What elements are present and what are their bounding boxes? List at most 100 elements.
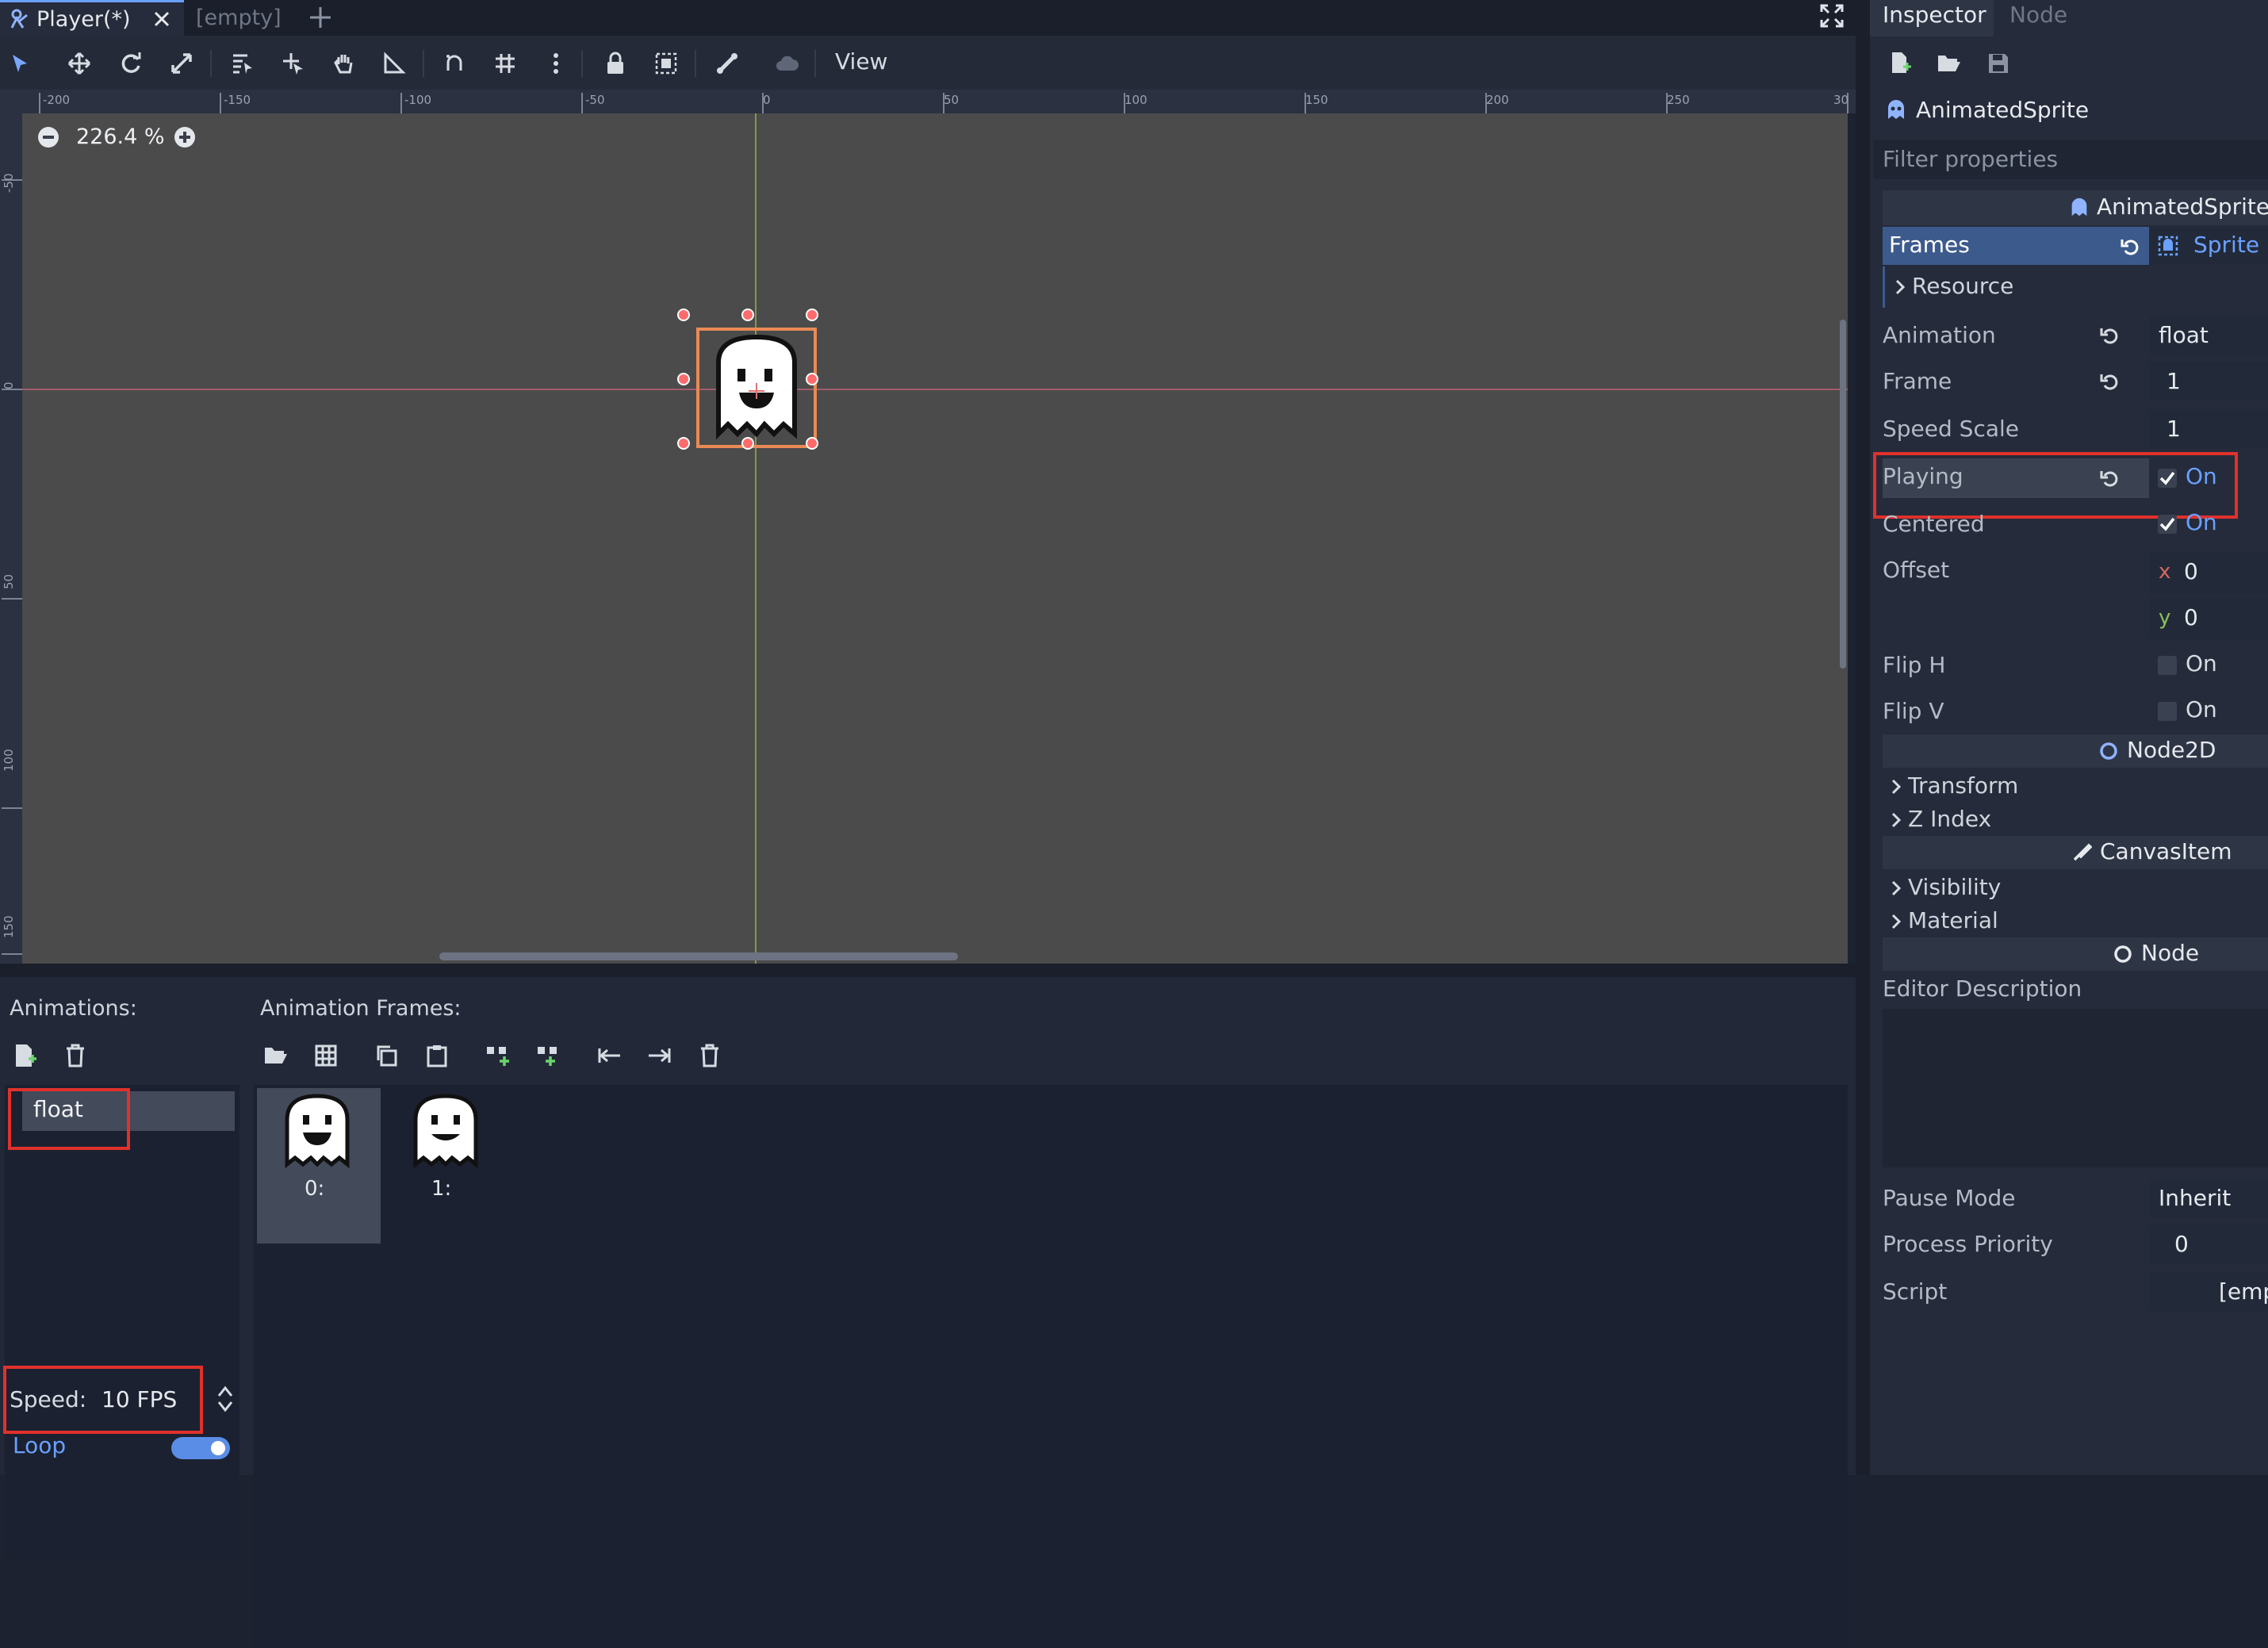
zoom-in-icon[interactable]: [173, 125, 197, 149]
frame-tile[interactable]: 1:: [385, 1088, 509, 1244]
class-header-node: Node: [1883, 937, 2268, 971]
frames-resource-value[interactable]: Sprite: [2149, 227, 2268, 265]
add-tab-icon[interactable]: [308, 5, 333, 30]
checkbox-label: On: [2186, 509, 2217, 535]
revert-icon[interactable]: [2121, 236, 2141, 257]
animated-sprite-icon: [1884, 98, 1908, 122]
zindex-subsection[interactable]: Z Index: [1883, 803, 2268, 836]
speed-highlight-box: [3, 1366, 203, 1434]
filter-properties-input[interactable]: Filter properties: [1873, 140, 2268, 179]
bone-icon[interactable]: [713, 49, 741, 78]
open-folder-icon[interactable]: [1937, 52, 1960, 75]
loop-toggle[interactable]: [171, 1437, 230, 1459]
process-priority-field[interactable]: 0: [2149, 1225, 2268, 1264]
canvas-viewport[interactable]: 226.4 %: [22, 113, 1848, 964]
frame-tile[interactable]: 0:: [257, 1088, 381, 1244]
property-value: float: [2159, 322, 2209, 348]
tab-empty-scene[interactable]: [empty]: [196, 0, 282, 36]
offset-label: Offset: [1883, 557, 1950, 583]
tab-player-scene[interactable]: Player(*): [0, 0, 184, 36]
animation-value-field[interactable]: float: [2149, 316, 2268, 355]
zoom-level[interactable]: 226.4 %: [76, 125, 165, 149]
delete-animation-icon[interactable]: [60, 1041, 90, 1071]
tab-inspector[interactable]: Inspector: [1870, 0, 1994, 36]
paste-frame-icon[interactable]: [422, 1041, 452, 1071]
list-select-icon[interactable]: [228, 49, 256, 78]
script-resource-field[interactable]: [emp: [2149, 1272, 2268, 1312]
frames-grid[interactable]: 0: 1:: [254, 1085, 1848, 1648]
visibility-subsection[interactable]: Visibility: [1883, 871, 2268, 904]
dock-splitter[interactable]: [1856, 0, 1870, 1475]
section-title: Node: [2141, 940, 2200, 966]
new-resource-icon[interactable]: [1889, 51, 1911, 75]
ruler-label: 0: [763, 93, 771, 107]
subsection-label: Material: [1908, 907, 1998, 933]
pause-mode-select[interactable]: Inherit: [2149, 1179, 2268, 1218]
move-left-icon[interactable]: [595, 1041, 625, 1071]
flip-h-checkbox[interactable]: On: [2149, 647, 2268, 684]
copy-frame-icon[interactable]: [371, 1041, 401, 1071]
save-icon[interactable]: [1987, 52, 2009, 75]
horizontal-scrollbar[interactable]: [439, 952, 958, 960]
frame-value-field[interactable]: 1: [2149, 362, 2268, 401]
offset-y-field[interactable]: y 0: [2149, 598, 2268, 639]
lock-icon[interactable]: [601, 49, 630, 78]
move-tool-icon[interactable]: [65, 49, 94, 78]
resource-subsection[interactable]: Resource: [1883, 266, 2268, 308]
frames-property-row[interactable]: Frames: [1883, 227, 2149, 265]
section-title: Node2D: [2127, 737, 2216, 763]
group-icon[interactable]: [652, 49, 680, 78]
property-value: 1: [2166, 368, 2181, 394]
cloud-icon[interactable]: [772, 49, 801, 78]
move-right-icon[interactable]: [644, 1041, 674, 1071]
load-frame-icon[interactable]: [260, 1041, 290, 1071]
animations-list[interactable]: float: [5, 1085, 239, 1558]
editor-description-textarea[interactable]: [1883, 1009, 2268, 1167]
tab-label: Inspector: [1883, 2, 1986, 28]
delete-frame-icon[interactable]: [695, 1041, 725, 1071]
select-tool-icon[interactable]: [6, 49, 35, 78]
frame-label: 0:: [305, 1177, 325, 1201]
spriteframes-icon: [2158, 236, 2178, 256]
close-tab-icon[interactable]: [151, 9, 172, 29]
selected-node-name: AnimatedSprite: [1916, 97, 2090, 123]
pan-tool-icon[interactable]: [330, 49, 358, 78]
ruler-label: -50: [585, 93, 605, 107]
offset-x-field[interactable]: x 0: [2149, 552, 2268, 593]
insert-before-icon[interactable]: [482, 1041, 512, 1071]
checkbox-unchecked-icon: [2158, 656, 2177, 675]
scale-tool-icon[interactable]: [167, 49, 196, 78]
axis-label: y: [2159, 606, 2171, 630]
axis-label: x: [2159, 560, 2171, 584]
ghost-frame-icon: [413, 1094, 478, 1169]
vertical-scrollbar[interactable]: [1840, 320, 1846, 669]
view-menu[interactable]: View: [835, 48, 887, 75]
new-animation-icon[interactable]: [10, 1041, 40, 1071]
property-value: 0: [2184, 604, 2198, 630]
chevron-right-icon: [1891, 880, 1902, 896]
animation-label: Animation: [1883, 322, 1996, 348]
zoom-out-icon[interactable]: [36, 125, 60, 149]
fullscreen-icon[interactable]: [1819, 3, 1845, 29]
speed-scale-field[interactable]: 1: [2149, 409, 2268, 449]
insert-after-icon[interactable]: [533, 1041, 563, 1071]
sprite-frames-panel: Animations: float Speed: 10 FPS Loop Ani…: [0, 977, 1856, 1648]
ruler-tool-icon[interactable]: [380, 49, 408, 78]
tab-node[interactable]: Node: [1997, 0, 2084, 36]
bottom-panel-splitter[interactable]: [0, 964, 1856, 977]
grid-snap-icon[interactable]: [491, 49, 519, 78]
more-options-icon[interactable]: [542, 49, 570, 78]
property-value: [emp: [2219, 1278, 2268, 1305]
flip-v-checkbox[interactable]: On: [2149, 693, 2268, 730]
smart-snap-icon[interactable]: [441, 49, 469, 78]
spinner-arrows-icon[interactable]: [216, 1385, 235, 1413]
pivot-tool-icon[interactable]: [279, 49, 308, 78]
rotate-tool-icon[interactable]: [117, 49, 145, 78]
spritesheet-icon[interactable]: [311, 1041, 341, 1071]
material-subsection[interactable]: Material: [1883, 904, 2268, 937]
revert-icon[interactable]: [2100, 371, 2121, 392]
revert-icon[interactable]: [2100, 325, 2121, 346]
transform-subsection[interactable]: Transform: [1883, 769, 2268, 803]
selection-handles[interactable]: [668, 299, 850, 481]
centered-checkbox[interactable]: On: [2149, 508, 2268, 542]
